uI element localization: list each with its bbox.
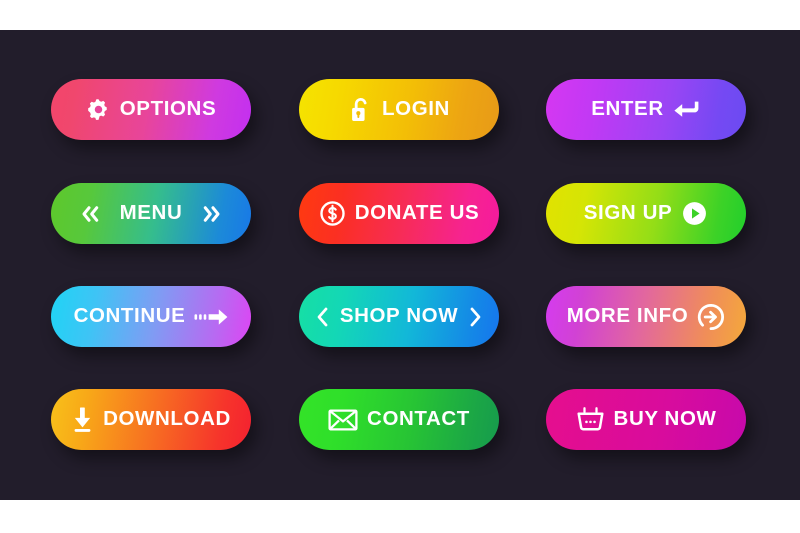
enter-return-arrow-icon — [673, 98, 701, 122]
contact-button-label: CONTACT — [367, 407, 470, 431]
arrow-into-circle-icon — [697, 303, 725, 331]
screenshot-canvas: OPTIONS LOGIN ENTER MENU DONATE US SIGN … — [0, 0, 800, 533]
double-chevron-left-icon — [78, 203, 103, 225]
continue-button[interactable]: CONTINUE — [51, 286, 251, 347]
options-button[interactable]: OPTIONS — [51, 79, 251, 140]
continue-button-label: CONTINUE — [73, 304, 186, 328]
button-grid: OPTIONS LOGIN ENTER MENU DONATE US SIGN … — [0, 30, 800, 500]
double-chevron-right-icon — [199, 203, 224, 225]
enter-button[interactable]: ENTER — [546, 79, 746, 140]
shop-now-button[interactable]: SHOP NOW — [299, 286, 499, 347]
chevron-right-icon — [467, 305, 484, 329]
play-circle-icon — [681, 200, 708, 227]
envelope-icon — [328, 408, 358, 432]
buy-now-button-label: BUY NOW — [613, 407, 717, 431]
options-button-label: OPTIONS — [119, 97, 217, 121]
donate-us-button-label: DONATE US — [354, 201, 480, 225]
shop-now-button-label: SHOP NOW — [339, 304, 459, 328]
dark-panel: OPTIONS LOGIN ENTER MENU DONATE US SIGN … — [0, 30, 800, 500]
login-button-label: LOGIN — [382, 97, 450, 121]
menu-button[interactable]: MENU — [51, 183, 251, 244]
unlock-icon — [348, 96, 373, 124]
gear-icon — [86, 97, 111, 122]
download-button-label: DOWNLOAD — [103, 407, 231, 431]
dollar-circle-icon — [319, 200, 346, 227]
download-button[interactable]: DOWNLOAD — [51, 389, 251, 450]
contact-button[interactable]: CONTACT — [299, 389, 499, 450]
sign-up-button-label: SIGN UP — [583, 201, 673, 225]
login-button[interactable]: LOGIN — [299, 79, 499, 140]
donate-us-button[interactable]: DONATE US — [299, 183, 499, 244]
menu-button-label: MENU — [119, 201, 183, 225]
buy-now-button[interactable]: BUY NOW — [546, 389, 746, 450]
enter-button-label: ENTER — [591, 97, 664, 121]
more-info-button[interactable]: MORE INFO — [546, 286, 746, 347]
shopping-basket-icon — [576, 406, 605, 433]
download-arrow-icon — [71, 406, 94, 433]
sign-up-button[interactable]: SIGN UP — [546, 183, 746, 244]
more-info-button-label: MORE INFO — [566, 304, 689, 328]
motion-arrow-right-icon — [194, 306, 228, 328]
chevron-left-icon — [314, 305, 331, 329]
